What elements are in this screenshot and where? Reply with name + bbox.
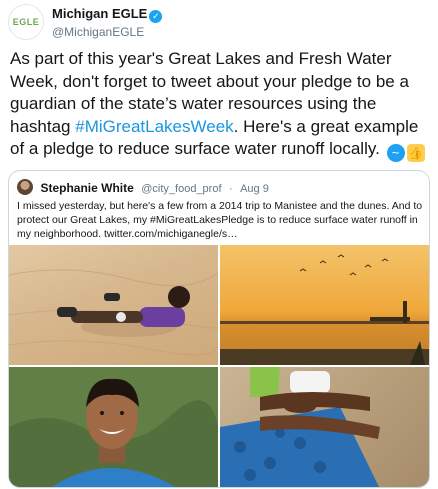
quoted-display-name: Stephanie White (40, 181, 134, 195)
photo-boy-on-dune-art (9, 269, 218, 356)
verified-badge-icon: ✓ (149, 10, 163, 23)
photo-legs-on-towel[interactable] (220, 367, 429, 487)
photo-legs-on-towel-art (220, 367, 380, 487)
quoted-handle: @city_food_prof (141, 183, 222, 195)
account-handle[interactable]: @MichiganEGLE (52, 25, 162, 39)
avatar-logo-text: EGLE (12, 17, 40, 27)
wave-emoji-icon: ~ (386, 144, 405, 162)
quoted-tweet-text: I missed yesterday, but here's a few fro… (17, 200, 423, 240)
quoted-separator: · (228, 183, 233, 195)
thumbs-up-emoji-icon: 👍 (406, 144, 425, 162)
quoted-tweet-card[interactable]: Stephanie White @city_food_prof · Aug 9 … (8, 170, 430, 488)
quoted-tweet-header: Stephanie White @city_food_prof · Aug 9 (17, 179, 269, 195)
tweet-body: As part of this year's Great Lakes and F… (10, 48, 428, 162)
hashtag-link[interactable]: #MiGreatLakesWeek (75, 117, 233, 136)
quoted-avatar (17, 179, 33, 195)
photo-lake-sunset[interactable] (220, 245, 429, 365)
photo-lake-sunset-art (220, 254, 429, 365)
photo-boy-on-dune[interactable] (9, 245, 218, 365)
account-display-name[interactable]: Michigan EGLE (52, 6, 147, 21)
account-avatar[interactable]: EGLE (8, 4, 44, 40)
tweet-header: EGLE Michigan EGLE ✓ @MichiganEGLE (8, 4, 428, 40)
photo-boy-portrait-art (9, 367, 218, 487)
photo-boy-portrait[interactable] (9, 367, 218, 487)
quoted-date: Aug 9 (240, 183, 269, 195)
account-names: Michigan EGLE ✓ @MichiganEGLE (52, 5, 163, 39)
